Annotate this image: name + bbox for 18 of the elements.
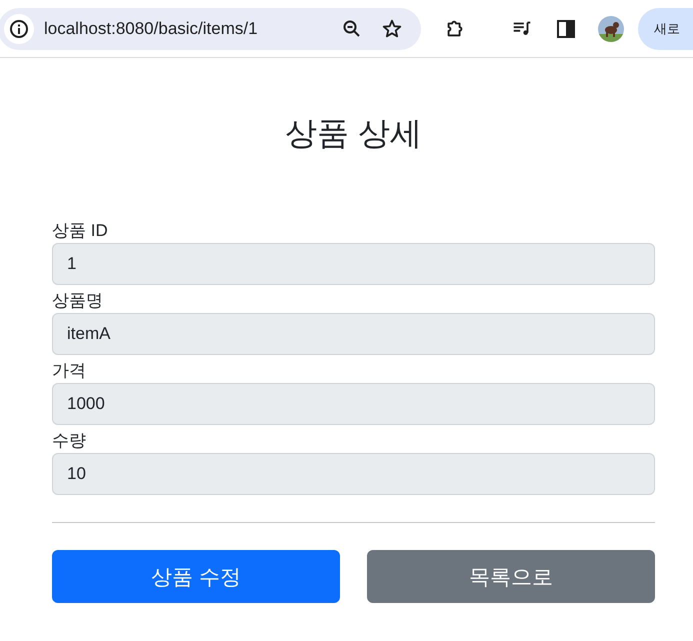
- field-label: 수량: [52, 430, 87, 452]
- field-label: 가격: [52, 360, 87, 382]
- input-field[interactable]: itemA: [52, 313, 655, 355]
- info-icon[interactable]: [4, 14, 34, 44]
- url-text: localhost:8080/basic/items/1: [44, 18, 259, 38]
- page-title: 상품 상세: [284, 114, 423, 153]
- field-label: 상품 ID: [52, 220, 109, 242]
- input-field[interactable]: 10: [52, 453, 655, 495]
- zoom-out-icon[interactable]: [342, 18, 362, 38]
- address-bar[interactable]: localhost:8080/basic/items/1: [0, 8, 421, 50]
- field-label: 상품명: [52, 290, 104, 312]
- star-icon[interactable]: [381, 18, 403, 40]
- new-chrome-button[interactable]: 새로: [638, 8, 693, 50]
- input-field[interactable]: 1: [52, 243, 655, 285]
- side-panel-icon[interactable]: [556, 18, 576, 38]
- list-button[interactable]: 목록으로: [367, 550, 655, 603]
- input-field[interactable]: 1000: [52, 383, 655, 425]
- edit-button[interactable]: 상품 수정: [52, 550, 340, 603]
